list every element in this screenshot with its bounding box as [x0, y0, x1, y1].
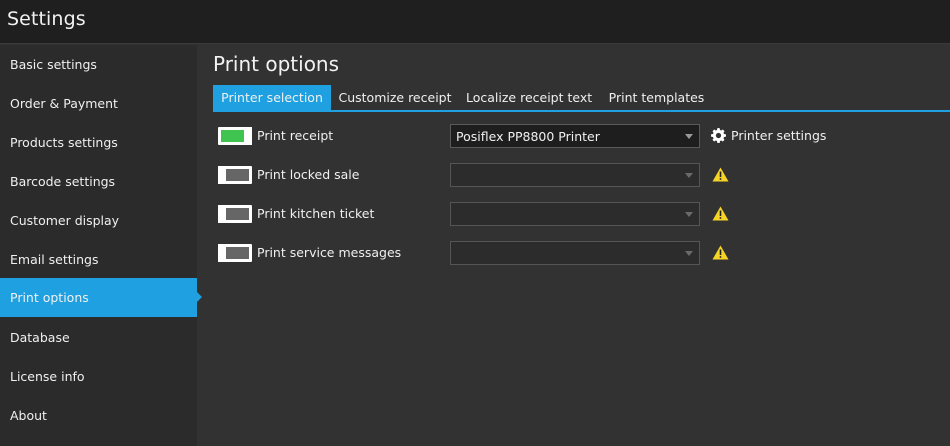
receipt-printer-select[interactable]: Posiflex PP8800 Printer — [450, 124, 700, 148]
tab-localize-receipt-text[interactable]: Localize receipt text — [466, 85, 592, 110]
sidebar-item-license-info[interactable]: License info — [0, 357, 197, 396]
receipt-printer-value: Posiflex PP8800 Printer — [456, 129, 600, 144]
title-bar: Settings — [0, 0, 950, 44]
print-kitchen-ticket-row: Print kitchen ticket — [218, 202, 938, 226]
print-kitchen-ticket-label: Print kitchen ticket — [257, 206, 375, 221]
sidebar-item-email-settings[interactable]: Email settings — [0, 240, 197, 279]
sidebar: Basic settings Order & Payment Products … — [0, 45, 202, 446]
service-messages-printer-select[interactable] — [450, 241, 700, 265]
gear-icon — [711, 128, 726, 143]
print-kitchen-ticket-toggle[interactable] — [218, 205, 252, 223]
print-locked-sale-label: Print locked sale — [257, 167, 360, 182]
print-service-messages-label: Print service messages — [257, 245, 402, 260]
tab-customize-receipt[interactable]: Customize receipt — [336, 85, 454, 110]
locked-sale-printer-select[interactable] — [450, 163, 700, 187]
print-receipt-label: Print receipt — [257, 128, 334, 143]
tab-bar: Printer selection Customize receipt Loca… — [213, 85, 950, 112]
sidebar-item-customer-display[interactable]: Customer display — [0, 201, 197, 240]
sidebar-item-print-options[interactable]: Print options — [0, 278, 202, 317]
sidebar-item-database[interactable]: Database — [0, 318, 197, 357]
print-locked-sale-row: Print locked sale — [218, 163, 938, 187]
chevron-down-icon — [685, 212, 693, 217]
sidebar-item-products-settings[interactable]: Products settings — [0, 123, 197, 162]
chevron-down-icon — [685, 134, 693, 139]
page-title: Print options — [213, 52, 340, 76]
window-title: Settings — [7, 8, 86, 30]
chevron-down-icon — [685, 251, 693, 256]
warning-icon — [712, 245, 729, 260]
tab-printer-selection[interactable]: Printer selection — [213, 85, 331, 110]
kitchen-ticket-printer-select[interactable] — [450, 202, 700, 226]
warning-icon — [712, 167, 729, 182]
printer-settings-label: Printer settings — [731, 128, 827, 143]
sidebar-item-about[interactable]: About — [0, 396, 197, 435]
sidebar-item-order-payment[interactable]: Order & Payment — [0, 84, 197, 123]
warning-icon — [712, 206, 729, 221]
chevron-down-icon — [685, 173, 693, 178]
tab-print-templates[interactable]: Print templates — [606, 85, 707, 110]
print-service-messages-toggle[interactable] — [218, 244, 252, 262]
print-service-messages-row: Print service messages — [218, 241, 938, 265]
print-receipt-toggle[interactable] — [218, 127, 252, 145]
print-locked-sale-toggle[interactable] — [218, 166, 252, 184]
sidebar-item-barcode-settings[interactable]: Barcode settings — [0, 162, 197, 201]
print-receipt-row: Print receipt Posiflex PP8800 Printer Pr… — [218, 124, 938, 148]
sidebar-item-basic-settings[interactable]: Basic settings — [0, 45, 197, 84]
